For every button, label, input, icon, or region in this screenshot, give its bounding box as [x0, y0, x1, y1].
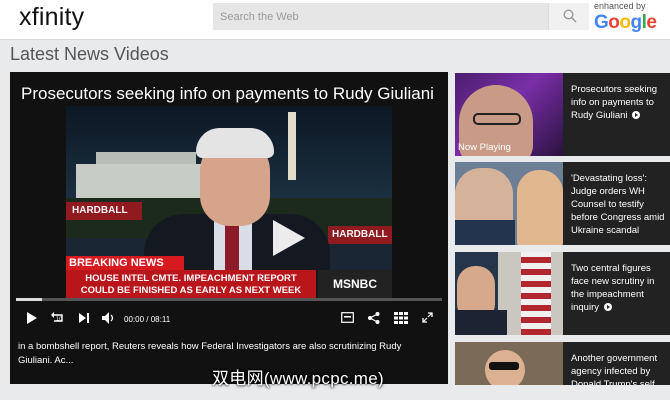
ticker-line-2: COULD BE FINISHED AS EARLY AS NEXT WEEK [80, 285, 302, 296]
progress-bar[interactable] [16, 298, 442, 301]
video-thumbnail[interactable] [455, 162, 563, 245]
play-icon[interactable] [26, 312, 38, 324]
section-title: Latest News Videos [10, 44, 169, 64]
video-thumbnail[interactable] [455, 342, 563, 385]
next-icon[interactable] [78, 312, 90, 324]
hardball-banner-right: HARDBALL [328, 226, 392, 244]
video-thumbnail[interactable]: Now Playing [455, 73, 563, 156]
enhanced-by-label: enhanced by [594, 1, 646, 11]
thumb-flag [521, 252, 551, 335]
thumb-person-right [517, 170, 563, 245]
play-overlay-icon[interactable] [265, 216, 309, 260]
ticker-line-1: HOUSE INTEL CMTE. IMPEACHMENT REPORT [85, 273, 297, 284]
video-player[interactable]: Prosecutors seeking info on payments to … [10, 72, 448, 384]
thumb-glasses [489, 362, 519, 370]
watermark: 双电网(www.pcpc.me) [212, 369, 384, 388]
sidebar-video-3[interactable]: Two central figures face new scrutiny in… [455, 252, 670, 335]
player-controls: 10 00:00 / 08:11 [10, 308, 448, 332]
video-thumbnail[interactable] [455, 252, 563, 335]
sidebar-video-2[interactable]: 'Devastating loss': Judge orders WH Coun… [455, 162, 670, 245]
sidebar-item-title: Prosecutors seeking info on payments to … [571, 83, 669, 122]
xfinity-logo[interactable]: xfinity [19, 3, 84, 32]
sidebar-item-label: Prosecutors seeking info on payments to … [571, 84, 658, 121]
search-input[interactable] [213, 3, 549, 30]
fullscreen-icon[interactable] [422, 312, 433, 323]
sidebar-item-title: Another government agency infected by Do… [571, 353, 658, 385]
thumb-suit [455, 310, 507, 335]
sidebar-video-4[interactable]: Another government agency infected by Do… [455, 342, 670, 385]
monument [288, 112, 296, 180]
current-time: 00:00 [124, 315, 145, 324]
sidebar-item-label: Two central figures face new scrutiny in… [571, 263, 655, 313]
time-display: 00:00 / 08:11 [124, 315, 170, 324]
news-ticker: HOUSE INTEL CMTE. IMPEACHMENT REPORT COU… [66, 270, 316, 298]
search-bar [213, 3, 589, 30]
thumb-suit-left [455, 220, 515, 245]
captions-icon[interactable] [341, 312, 354, 323]
video-title: Prosecutors seeking info on payments to … [21, 84, 434, 103]
svg-text:10: 10 [56, 317, 62, 323]
breaking-news-label: BREAKING NEWS [66, 256, 184, 270]
play-circle-icon [632, 111, 641, 120]
top-header: xfinity enhanced by Google [0, 0, 670, 40]
sidebar-video-1[interactable]: Now Playing Prosecutors seeking info on … [455, 73, 670, 156]
sidebar-item-title: 'Devastating loss': Judge orders WH Coun… [571, 173, 665, 236]
msnbc-logo: MSNBC [318, 270, 392, 298]
share-icon[interactable] [368, 312, 380, 324]
replay-icon[interactable]: 10 [51, 312, 65, 324]
anchor-hair [196, 128, 274, 158]
hardball-banner-left: HARDBALL [66, 202, 142, 220]
volume-icon[interactable] [102, 312, 116, 324]
duration: 08:11 [150, 315, 171, 324]
progress-fill [16, 298, 42, 301]
thumb-glasses [473, 113, 521, 125]
video-frame[interactable]: HARDBALL HARDBALL BREAKING NEWS HOUSE IN… [66, 106, 392, 298]
grid-icon[interactable] [394, 312, 408, 324]
google-logo: Google [594, 12, 657, 33]
sidebar-item-title: Two central figures face new scrutiny in… [571, 262, 669, 314]
play-circle-icon [603, 303, 612, 312]
search-icon [563, 9, 577, 23]
search-button[interactable] [548, 3, 589, 30]
now-playing-badge: Now Playing [458, 142, 511, 153]
